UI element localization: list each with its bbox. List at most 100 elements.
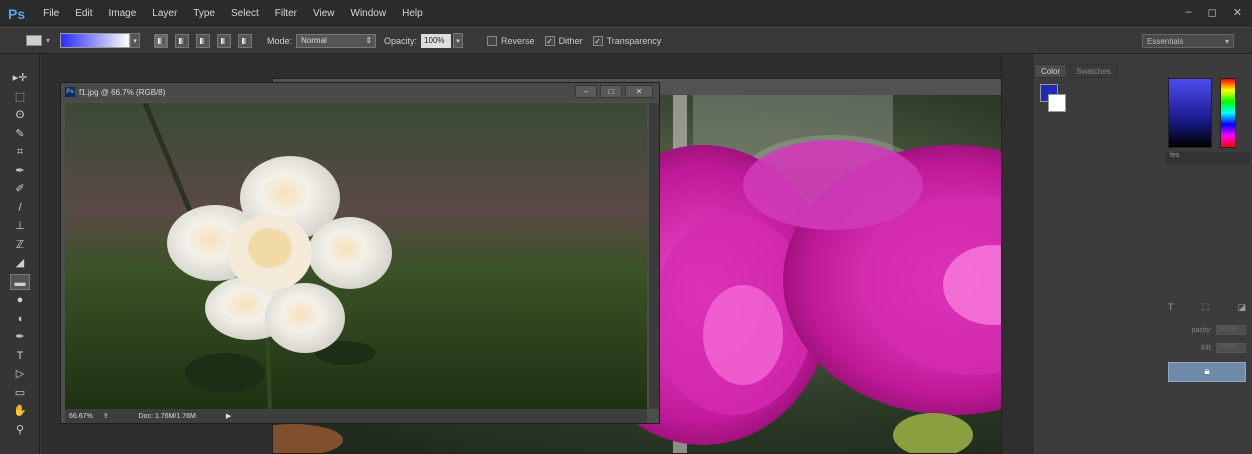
move-tool-icon[interactable]: ▸✛ xyxy=(10,70,30,86)
menu-file[interactable]: File xyxy=(35,8,67,19)
menu-layer[interactable]: Layer xyxy=(144,8,185,19)
checkmark-icon: ✓ xyxy=(592,35,603,46)
play-arrow-icon[interactable]: ▶ xyxy=(226,412,231,420)
export-icon[interactable]: ⇪ xyxy=(103,412,109,420)
dodge-tool-icon[interactable]: ◖ xyxy=(10,311,30,327)
checkbox-empty-icon xyxy=(487,35,498,46)
reverse-checkbox[interactable]: Reverse xyxy=(487,35,535,46)
healing-brush-tool-icon[interactable]: ✐ xyxy=(10,181,30,197)
app-minimize-button[interactable]: – xyxy=(1186,6,1192,19)
layer-fill-row: Fill: 100% xyxy=(1166,342,1250,354)
collapsed-panel-strip[interactable] xyxy=(1001,54,1034,454)
layer-fill-input[interactable]: 100% xyxy=(1216,343,1246,353)
minimize-button[interactable]: – xyxy=(575,85,597,98)
eyedropper-tool-icon[interactable]: ✒ xyxy=(10,163,30,179)
menu-edit[interactable]: Edit xyxy=(67,8,100,19)
options-bar: ▾ ▾ Mode: Normal ⇕ Opacity: 100% ▾ Rever… xyxy=(0,27,1252,54)
doc-size: Doc: 1.76M/1.76M xyxy=(138,412,196,420)
document-title: f1.jpg @ 66.7% (RGB/8) xyxy=(79,87,166,97)
rectangle-tool-icon[interactable]: ▭ xyxy=(10,385,30,401)
document-window-controls: – □ ✕ xyxy=(575,85,653,98)
layer-fill-label: Fill: xyxy=(1201,344,1212,352)
dither-checkbox[interactable]: ✓ Dither xyxy=(544,35,583,46)
menu-filter[interactable]: Filter xyxy=(267,8,305,19)
opacity-label: Opacity: xyxy=(384,35,418,46)
color-panel-tabs: Color Swatches xyxy=(1034,64,1120,78)
chevron-updown-icon: ⇕ xyxy=(365,36,373,45)
panels-dock: Color Swatches fes T ⛶ ◪ pacity: 100% Fi… xyxy=(1034,54,1252,454)
dither-label: Dither xyxy=(558,35,583,46)
gradient-tool-icon[interactable]: ▬ xyxy=(10,273,30,290)
photoshop-doc-icon: Ps xyxy=(65,87,75,97)
hue-slider[interactable] xyxy=(1220,78,1236,148)
diamond-gradient-button[interactable] xyxy=(238,33,253,48)
photoshop-logo: Ps xyxy=(8,5,26,22)
clone-stamp-tool-icon[interactable]: ⊥ xyxy=(10,218,30,234)
pen-tool-icon[interactable]: ✒ xyxy=(10,329,30,345)
brush-tool-icon[interactable]: / xyxy=(10,200,30,216)
history-brush-tool-icon[interactable]: ℤ xyxy=(10,237,30,253)
color-picker-field[interactable] xyxy=(1168,78,1212,148)
layers-filter-tools: T ⛶ ◪ xyxy=(1168,302,1246,316)
tool-preset-picker[interactable] xyxy=(26,35,42,46)
gradient-picker-dropdown[interactable]: ▾ xyxy=(130,33,141,48)
opacity-input[interactable]: 100% xyxy=(421,33,452,48)
lasso-tool-icon[interactable]: ʘ xyxy=(10,107,30,123)
layer-opacity-label: pacity: xyxy=(1191,326,1212,334)
chevron-down-icon: ▾ xyxy=(1224,36,1229,46)
shape-filter-icon[interactable]: ⛶ xyxy=(1202,302,1208,316)
app-maximize-button[interactable]: ◻ xyxy=(1208,6,1217,19)
reflected-gradient-button[interactable] xyxy=(217,33,232,48)
reverse-label: Reverse xyxy=(501,35,535,46)
layer-opacity-row: pacity: 100% xyxy=(1166,324,1250,336)
tab-swatches[interactable]: Swatches xyxy=(1069,64,1118,78)
app-window-controls: – ◻ ✕ xyxy=(1186,6,1242,19)
chevron-down-icon[interactable]: ▾ xyxy=(46,36,50,45)
crop-tool-icon[interactable]: ⌗ xyxy=(10,144,30,160)
menu-select[interactable]: Select xyxy=(223,8,267,19)
layer-opacity-input[interactable]: 100% xyxy=(1216,325,1246,335)
background-color-swatch[interactable] xyxy=(1048,94,1066,112)
adjustments-panel-header[interactable]: fes xyxy=(1166,152,1250,164)
type-tool-icon[interactable]: T xyxy=(10,348,30,364)
blur-tool-icon[interactable]: ● xyxy=(10,292,30,308)
hand-tool-icon[interactable]: ✋ xyxy=(10,403,30,419)
path-selection-tool-icon[interactable]: ▷ xyxy=(10,366,30,382)
menu-type[interactable]: Type xyxy=(185,8,223,19)
smart-filter-icon[interactable]: ◪ xyxy=(1237,302,1246,316)
type-filter-icon[interactable]: T xyxy=(1168,302,1174,316)
angle-gradient-button[interactable] xyxy=(196,33,211,48)
layer-row-selected[interactable]: 🔒︎ xyxy=(1168,362,1246,382)
toolbox: ▸✛ ⬚ ʘ ✎ ⌗ ✒ ✐ / ⊥ ℤ ◢ ▬ ● ◖ ✒ T ▷ ▭ ✋ ⚲ xyxy=(0,54,40,454)
opacity-slider-button[interactable]: ▾ xyxy=(453,33,464,48)
transparency-checkbox[interactable]: ✓ Transparency xyxy=(592,35,662,46)
menu-view[interactable]: View xyxy=(305,8,343,19)
linear-gradient-button[interactable] xyxy=(154,33,169,48)
app-close-button[interactable]: ✕ xyxy=(1233,6,1242,19)
gradient-editor-swatch[interactable] xyxy=(60,33,131,48)
checkmark-icon: ✓ xyxy=(544,35,555,46)
eraser-tool-icon[interactable]: ◢ xyxy=(10,255,30,271)
rose-photo[interactable] xyxy=(65,103,647,409)
zoom-level[interactable]: 66.67% xyxy=(69,413,93,420)
workspace-select[interactable]: Essentials ▾ xyxy=(1142,34,1234,48)
vertical-scrollbar[interactable] xyxy=(649,103,659,409)
mode-label: Mode: xyxy=(267,35,293,46)
marquee-tool-icon[interactable]: ⬚ xyxy=(10,89,30,105)
close-button[interactable]: ✕ xyxy=(625,85,653,98)
transparency-label: Transparency xyxy=(606,35,662,46)
quick-selection-tool-icon[interactable]: ✎ xyxy=(10,126,30,142)
mode-select[interactable]: Normal ⇕ xyxy=(296,33,377,48)
menu-help[interactable]: Help xyxy=(394,8,431,19)
document-titlebar-front[interactable]: Ps f1.jpg @ 66.7% (RGB/8) – □ ✕ xyxy=(61,83,659,101)
tab-color[interactable]: Color xyxy=(1034,64,1068,78)
menu-image[interactable]: Image xyxy=(100,8,144,19)
maximize-button[interactable]: □ xyxy=(600,85,622,98)
radial-gradient-button[interactable] xyxy=(175,33,190,48)
zoom-tool-icon[interactable]: ⚲ xyxy=(10,422,30,438)
menu-bar: Ps File Edit Image Layer Type Select Fil… xyxy=(0,0,1252,27)
document-window-front[interactable]: Ps f1.jpg @ 66.7% (RGB/8) – □ ✕ 66.67% ⇪… xyxy=(60,82,660,424)
lock-icon: 🔒︎ xyxy=(1204,366,1210,377)
menu-window[interactable]: Window xyxy=(343,8,395,19)
workspace-value: Essentials xyxy=(1147,36,1184,46)
